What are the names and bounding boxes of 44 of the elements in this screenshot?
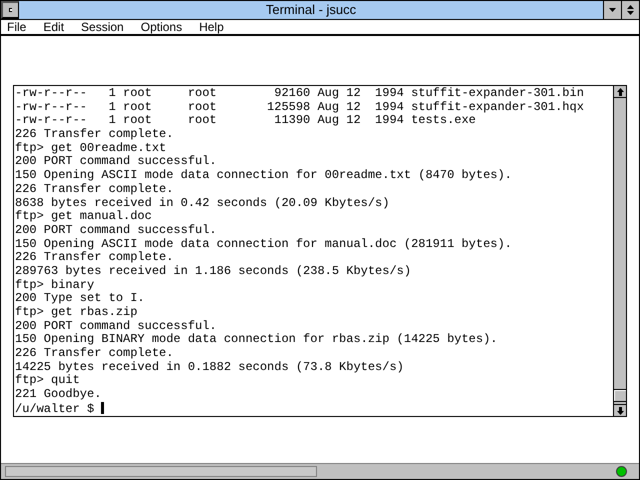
terminal-line: 14225 bytes received in 0.1882 seconds (73.8 Kbytes/s) xyxy=(15,360,405,374)
terminal-line: 226 Transfer complete. xyxy=(15,251,174,265)
down-triangle-icon xyxy=(609,8,616,12)
terminal-line: 150 Opening ASCII mode data connection for manual.doc (281911 bytes). xyxy=(15,238,513,251)
scroll-down-button[interactable] xyxy=(614,404,626,416)
up-arrow-icon xyxy=(616,88,624,96)
menu-item[interactable]: File xyxy=(7,20,38,34)
menu-item[interactable]: Options xyxy=(140,20,194,34)
terminal-line: 226 Transfer complete. xyxy=(15,182,174,196)
terminal-line: -rw-r--r-- 1 root root 92160 Aug 12 1994 stuffit-expander-301.bin xyxy=(15,87,585,101)
terminal-line: 221 Goodbye. xyxy=(15,388,102,402)
terminal-line: ftp> get 00readme.txt xyxy=(15,142,168,155)
down-arrow-icon xyxy=(616,406,624,414)
shell-prompt: /u/walter $ xyxy=(15,402,94,416)
terminal-line: 150 Opening BINARY mode data connection for rbas.zip (14225 bytes). xyxy=(15,333,498,347)
terminal-line: 150 Opening ASCII mode data connection for 00readme.txt (8470 bytes). xyxy=(15,169,513,183)
system-menu-button[interactable] xyxy=(1,1,19,19)
restore-button[interactable] xyxy=(621,1,639,19)
minimize-button[interactable] xyxy=(603,1,621,19)
terminal-line: ftp> quit xyxy=(15,374,81,388)
terminal-line: ftp> get manual.doc xyxy=(15,210,153,224)
terminal-line: 226 Transfer complete. xyxy=(15,128,174,142)
terminal-line: 200 Type set to I. xyxy=(15,292,146,306)
terminal-line: 8638 bytes received in 0.42 seconds (20.09 Kbytes/s) xyxy=(15,196,390,210)
menu-item[interactable]: Session xyxy=(81,20,135,34)
terminal-line: 200 PORT command successful. xyxy=(15,320,218,333)
terminal-line: -rw-r--r-- 1 root root 11390 Aug 12 1994 tests.exe xyxy=(15,114,477,128)
vertical-scrollbar[interactable] xyxy=(613,86,626,416)
up-down-triangle-icon xyxy=(627,5,634,15)
terminal-line: 289763 bytes received in 1.186 seconds (238.5 Kbytes/s) xyxy=(15,264,412,279)
terminal-line: -rw-r--r-- 1 root root 125598 Aug 12 1994 stuffit-expander-301.hqx xyxy=(15,100,585,114)
window-title: Terminal - jsucc xyxy=(264,1,358,19)
terminal-line: 200 PORT command successful. xyxy=(15,224,218,238)
terminal-line: ftp> get rbas.zip xyxy=(15,306,138,320)
scroll-up-button[interactable] xyxy=(614,86,626,98)
status-light-icon xyxy=(616,466,627,477)
menu-item[interactable]: Edit xyxy=(43,20,76,34)
terminal-line: ftp> binary xyxy=(15,278,96,292)
dash-icon xyxy=(9,8,12,12)
terminal-line: 200 PORT command successful. xyxy=(15,155,218,169)
scroll-thumb[interactable] xyxy=(614,389,626,402)
terminal-line: 226 Transfer complete. xyxy=(15,347,174,361)
menu-item[interactable]: Help xyxy=(199,20,235,34)
text-cursor xyxy=(101,402,104,414)
